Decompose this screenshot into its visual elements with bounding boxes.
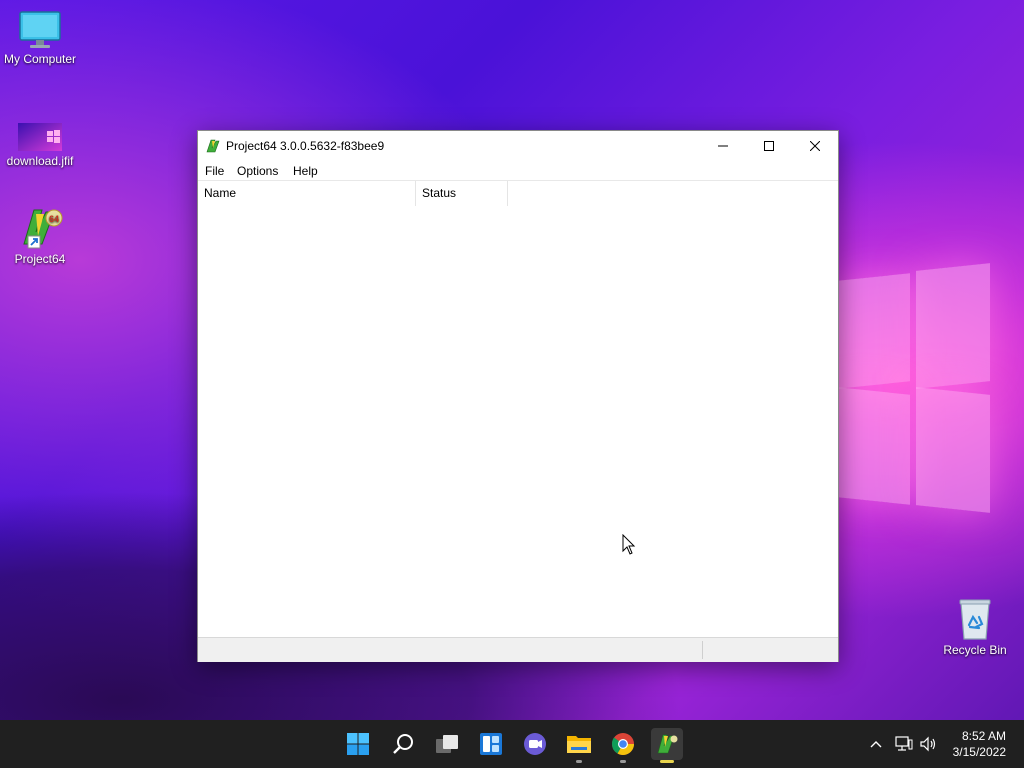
clock[interactable]: 8:52 AM 3/15/2022 <box>953 728 1006 760</box>
running-indicator <box>620 760 626 763</box>
start-button[interactable] <box>342 728 374 760</box>
task-view-button[interactable] <box>431 728 463 760</box>
desktop-icon-my-computer[interactable]: My Computer <box>0 10 80 66</box>
maximize-icon <box>764 141 774 151</box>
project64-icon <box>657 734 678 754</box>
column-header-status[interactable]: Status <box>416 181 508 206</box>
monitor-icon <box>19 11 61 48</box>
desktop-icon-label: download.jfif <box>6 154 74 168</box>
project64-app-icon <box>206 139 220 153</box>
project64-window[interactable]: Project64 3.0.0.5632-f83bee9 File Option… <box>197 130 839 662</box>
taskbar: 8:52 AM 3/15/2022 <box>0 720 1024 768</box>
close-icon <box>810 141 820 151</box>
window-title: Project64 3.0.0.5632-f83bee9 <box>226 139 385 153</box>
status-pane-main <box>198 641 703 659</box>
task-view-icon <box>436 735 458 753</box>
show-hidden-icons-button[interactable] <box>866 720 886 768</box>
teams-chat-icon <box>524 733 546 755</box>
network-button[interactable] <box>893 720 915 768</box>
rom-list[interactable] <box>198 206 838 636</box>
volume-button[interactable] <box>918 720 940 768</box>
widgets-icon <box>480 733 502 755</box>
project64-taskbar-button[interactable] <box>651 728 683 763</box>
minimize-icon <box>718 145 728 147</box>
column-header-name[interactable]: Name <box>198 181 416 206</box>
desktop-icon-label: Recycle Bin <box>943 643 1007 657</box>
start-icon <box>347 733 369 755</box>
status-bar <box>198 637 838 662</box>
svg-text:64: 64 <box>49 214 59 224</box>
desktop-icon-recycle-bin[interactable]: Recycle Bin <box>935 597 1015 657</box>
search-button[interactable] <box>387 728 419 760</box>
volume-icon <box>920 736 936 752</box>
running-indicator <box>576 760 582 763</box>
title-bar[interactable]: Project64 3.0.0.5632-f83bee9 <box>198 131 838 161</box>
desktop-icon-project64[interactable]: 64 Project64 <box>0 204 80 266</box>
menu-options[interactable]: Options <box>237 164 278 178</box>
chrome-button[interactable] <box>607 728 639 763</box>
close-button[interactable] <box>792 131 838 161</box>
desktop-icon-label: Project64 <box>14 252 66 266</box>
desktop-icon-label: My Computer <box>3 52 77 66</box>
clock-date: 3/15/2022 <box>952 745 1006 759</box>
teams-chat-button[interactable] <box>519 728 551 760</box>
chevron-up-icon <box>870 741 882 748</box>
network-icon <box>895 736 913 751</box>
menu-bar: File Options Help <box>198 161 838 180</box>
search-icon <box>393 734 413 754</box>
maximize-button[interactable] <box>746 131 792 161</box>
widgets-button[interactable] <box>475 728 507 760</box>
image-thumbnail-icon <box>18 123 62 151</box>
running-indicator <box>660 760 674 763</box>
mouse-cursor-icon <box>622 534 636 555</box>
file-explorer-button[interactable] <box>563 728 595 763</box>
clock-time: 8:52 AM <box>961 729 1006 743</box>
project64-icon: 64 <box>23 209 63 249</box>
recycle-bin-icon <box>959 599 991 640</box>
wallpaper-windows-logo <box>838 255 993 513</box>
file-explorer-icon <box>567 736 591 753</box>
menu-file[interactable]: File <box>205 164 224 178</box>
desktop-icon-download-jfif[interactable]: download.jfif <box>0 122 80 168</box>
rom-list-header: Name Status <box>198 180 838 207</box>
chrome-icon <box>611 733 634 755</box>
minimize-button[interactable] <box>700 131 746 161</box>
menu-help[interactable]: Help <box>293 164 318 178</box>
